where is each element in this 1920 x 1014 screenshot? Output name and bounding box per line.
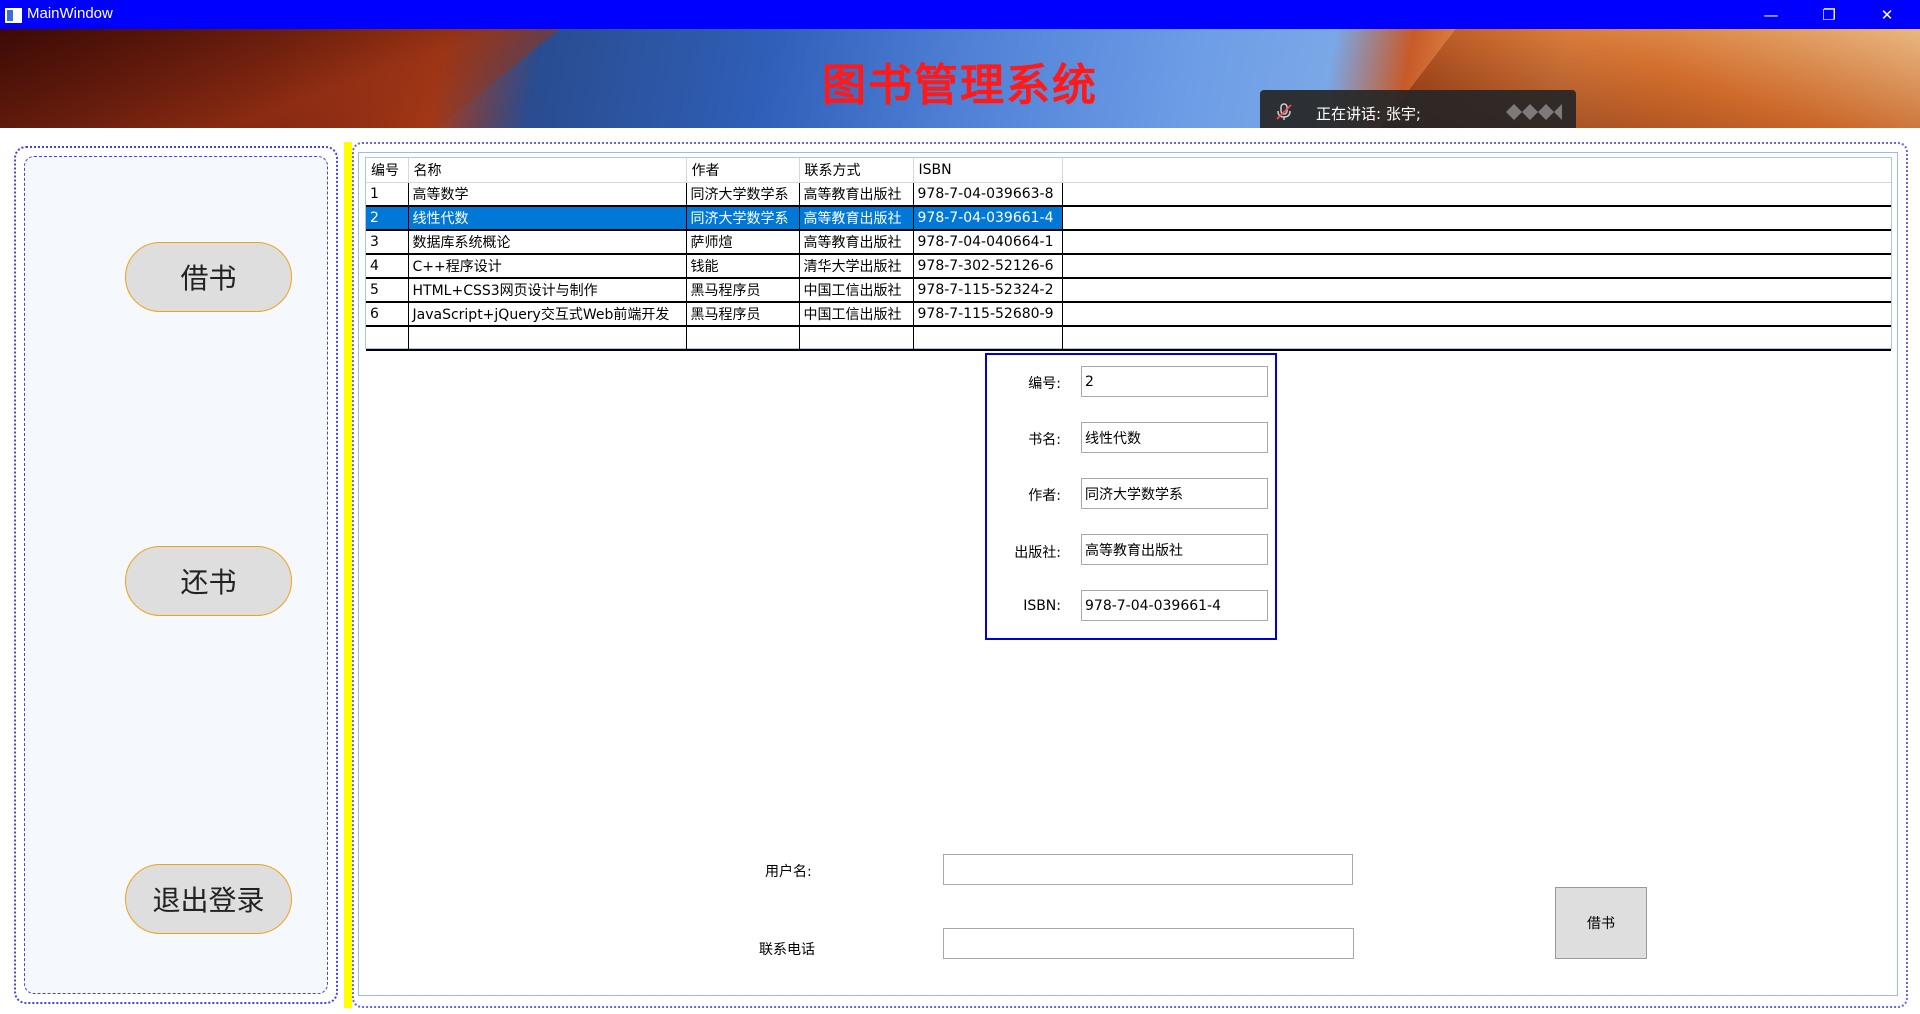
detail-id-field[interactable]	[1081, 366, 1268, 397]
detail-name-field[interactable]	[1081, 422, 1268, 453]
cell-author[interactable]: 萨师煊	[686, 230, 800, 255]
window-title-bar[interactable]: MainWindow — ❐ ✕	[0, 0, 1920, 29]
cell-id[interactable]: 3	[366, 230, 409, 255]
detail-publisher-label: 出版社:	[1014, 545, 1061, 561]
table-header-row: 编号 名称 作者 联系方式 ISBN	[366, 158, 1891, 183]
cell-filler	[1062, 182, 1891, 207]
splitter-bar[interactable]	[344, 142, 352, 1008]
cell-isbn[interactable]: 978-7-04-039663-8	[913, 182, 1063, 207]
column-header-contact[interactable]: 联系方式	[799, 158, 914, 183]
cell-filler	[1062, 302, 1891, 327]
detail-name-label: 书名:	[1028, 432, 1061, 448]
column-header-name[interactable]: 名称	[408, 158, 687, 183]
table-row[interactable]: 6 JavaScript+jQuery交互式Web前端开发 黑马程序员 中国工信…	[366, 302, 1891, 327]
cell-filler	[1062, 278, 1891, 303]
minimize-icon: —	[1763, 5, 1779, 24]
cell-contact[interactable]: 高等教育出版社	[799, 182, 914, 207]
table-row-selected[interactable]: 2 线性代数 同济大学数学系 高等教育出版社 978-7-04-039661-4	[366, 206, 1891, 231]
cell-filler	[1062, 254, 1891, 279]
main-content-inner: 编号 名称 作者 联系方式 ISBN 1 高等数学 同济大学数学系 高等教育出版…	[358, 152, 1898, 996]
cell-id-empty[interactable]	[366, 326, 409, 351]
book-detail-panel: 编号: 书名: 作者: 出版社: ISBN:	[985, 353, 1277, 640]
column-header-isbn[interactable]: ISBN	[913, 158, 1063, 183]
phone-input[interactable]	[943, 928, 1354, 959]
borrow-book-button[interactable]: 借书	[125, 242, 292, 312]
cell-author[interactable]: 同济大学数学系	[686, 182, 800, 207]
cell-contact[interactable]: 高等教育出版社	[799, 206, 914, 231]
column-header-id[interactable]: 编号	[366, 158, 409, 183]
cell-contact[interactable]: 高等教育出版社	[799, 230, 914, 255]
app-window-icon	[5, 8, 22, 23]
table-row[interactable]: 1 高等数学 同济大学数学系 高等教育出版社 978-7-04-039663-8	[366, 182, 1891, 207]
speaking-notification: 正在讲话: 张宇;	[1260, 90, 1576, 128]
cell-name[interactable]: 线性代数	[408, 206, 687, 231]
column-header-author[interactable]: 作者	[686, 158, 800, 183]
restore-button[interactable]: ❐	[1800, 0, 1858, 29]
cell-name[interactable]: 数据库系统概论	[408, 230, 687, 255]
cell-filler	[1062, 230, 1891, 255]
detail-author-label: 作者:	[1028, 488, 1061, 504]
header-banner: 图书管理系统 正在讲话: 张宇;	[0, 29, 1920, 128]
detail-publisher-field[interactable]	[1081, 534, 1268, 565]
cell-isbn[interactable]: 978-7-115-52680-9	[913, 302, 1063, 327]
cell-contact[interactable]: 中国工信出版社	[799, 278, 914, 303]
detail-id-label: 编号:	[1028, 376, 1061, 392]
username-input[interactable]	[943, 854, 1353, 885]
borrow-submit-button[interactable]: 借书	[1555, 887, 1647, 959]
sidebar: 借书 还书 退出登录	[14, 146, 338, 1004]
book-table[interactable]: 编号 名称 作者 联系方式 ISBN 1 高等数学 同济大学数学系 高等教育出版…	[365, 157, 1892, 351]
minimize-button[interactable]: —	[1742, 0, 1800, 29]
cell-author[interactable]: 黑马程序员	[686, 302, 800, 327]
close-button[interactable]: ✕	[1858, 0, 1916, 29]
cell-id[interactable]: 6	[366, 302, 409, 327]
cell-isbn[interactable]: 978-7-04-040664-1	[913, 230, 1063, 255]
speaking-text: 正在讲话: 张宇;	[1316, 105, 1421, 123]
cell-isbn[interactable]: 978-7-302-52126-6	[913, 254, 1063, 279]
cell-contact[interactable]: 中国工信出版社	[799, 302, 914, 327]
cell-author-empty[interactable]	[686, 326, 800, 351]
cell-contact-empty[interactable]	[799, 326, 914, 351]
cell-name[interactable]: 高等数学	[408, 182, 687, 207]
main-content: 编号 名称 作者 联系方式 ISBN 1 高等数学 同济大学数学系 高等教育出版…	[352, 142, 1908, 1008]
muted-microphone-icon	[1276, 103, 1292, 120]
restore-icon: ❐	[1822, 5, 1836, 24]
username-label: 用户名:	[765, 864, 812, 880]
window-title: MainWindow	[27, 5, 113, 22]
cell-id[interactable]: 1	[366, 182, 409, 207]
cell-author[interactable]: 同济大学数学系	[686, 206, 800, 231]
cell-isbn-empty[interactable]	[913, 326, 1063, 351]
column-header-filler	[1062, 158, 1891, 183]
cell-isbn[interactable]: 978-7-115-52324-2	[913, 278, 1063, 303]
table-row[interactable]: 4 C++程序设计 钱能 清华大学出版社 978-7-302-52126-6	[366, 254, 1891, 279]
cell-author[interactable]: 黑马程序员	[686, 278, 800, 303]
cell-name[interactable]: C++程序设计	[408, 254, 687, 279]
cell-id[interactable]: 5	[366, 278, 409, 303]
close-icon: ✕	[1880, 5, 1894, 24]
system-title: 图书管理系统	[822, 60, 1098, 111]
cell-id[interactable]: 4	[366, 254, 409, 279]
detail-isbn-label: ISBN:	[1023, 598, 1061, 614]
cell-author[interactable]: 钱能	[686, 254, 800, 279]
detail-isbn-field[interactable]	[1081, 590, 1268, 621]
cell-id[interactable]: 2	[366, 206, 409, 231]
logout-button[interactable]: 退出登录	[125, 864, 292, 934]
cell-name-empty[interactable]	[408, 326, 687, 351]
cell-name[interactable]: HTML+CSS3网页设计与制作	[408, 278, 687, 303]
phone-label: 联系电话	[759, 942, 815, 958]
detail-author-field[interactable]	[1081, 478, 1268, 509]
return-book-button[interactable]: 还书	[125, 546, 292, 616]
cell-filler	[1062, 326, 1891, 351]
table-new-row[interactable]	[366, 326, 1891, 351]
table-row[interactable]: 3 数据库系统概论 萨师煊 高等教育出版社 978-7-04-040664-1	[366, 230, 1891, 255]
cell-filler	[1062, 206, 1891, 231]
table-row[interactable]: 5 HTML+CSS3网页设计与制作 黑马程序员 中国工信出版社 978-7-1…	[366, 278, 1891, 303]
cell-isbn[interactable]: 978-7-04-039661-4	[913, 206, 1063, 231]
cell-contact[interactable]: 清华大学出版社	[799, 254, 914, 279]
audio-wave-icon	[1506, 104, 1562, 120]
sidebar-inner: 借书 还书 退出登录	[24, 156, 328, 994]
cell-name[interactable]: JavaScript+jQuery交互式Web前端开发	[408, 302, 687, 327]
